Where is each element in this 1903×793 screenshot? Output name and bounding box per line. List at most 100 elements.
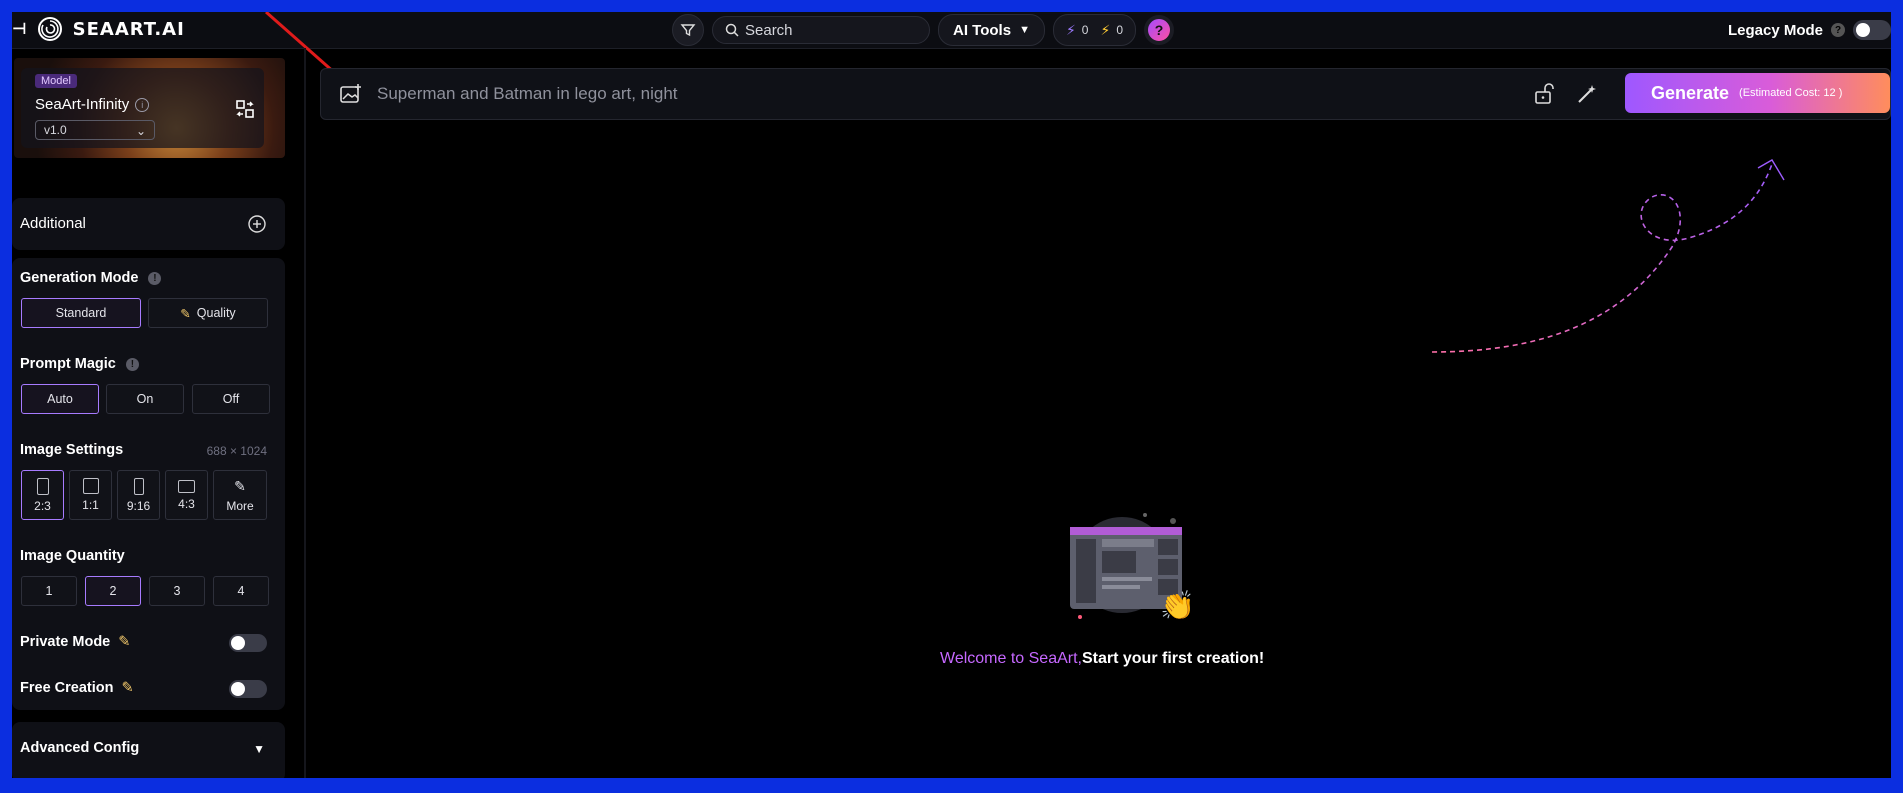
info-icon[interactable]: ! (125, 357, 139, 371)
search-input[interactable]: Search (712, 16, 930, 44)
mode-standard-label: Standard (55, 306, 107, 320)
quantity-4-button[interactable]: 4 (213, 576, 269, 606)
welcome-suffix: Start your first creation! (1081, 650, 1265, 667)
credit-a-value: 0 (1081, 23, 1089, 37)
stamina-icon: ⚡ (1065, 21, 1076, 38)
ratio-4-3-button[interactable]: 4:3 (165, 470, 208, 520)
quantity-1-button[interactable]: 1 (21, 576, 77, 606)
app-window: ⊣ SEAART.AI Search AI Tools ▼ ⚡ 0 ⚡ 0 ? … (12, 12, 1891, 778)
info-icon[interactable]: ! (148, 271, 162, 285)
info-icon[interactable]: i (135, 98, 150, 113)
additional-panel[interactable]: Additional (12, 198, 285, 250)
top-center-group: Search AI Tools ▼ ⚡ 0 ⚡ 0 ? (672, 12, 1175, 48)
version-value: v1.0 (44, 123, 67, 137)
ratio-1-1-button[interactable]: 1:1 (69, 470, 112, 520)
seaart-spiral-icon (37, 17, 62, 41)
version-select[interactable]: v1.0 ⌄ (35, 120, 155, 140)
ai-tools-dropdown[interactable]: AI Tools ▼ (938, 14, 1045, 46)
model-name-text: SeaArt-Infinity (35, 96, 130, 113)
edit-icon: ✎ (234, 477, 246, 494)
free-creation-row: Free Creation ✎ (20, 680, 134, 696)
ai-tools-label: AI Tools (953, 21, 1012, 39)
magic-off-label: Off (222, 392, 240, 406)
dashed-arrow-decoration (1431, 159, 1785, 353)
unlock-icon[interactable] (1534, 83, 1554, 105)
private-mode-row: Private Mode ✎ (20, 634, 130, 650)
mode-quality-label: Quality (196, 306, 236, 320)
model-tag: Model (35, 74, 77, 88)
sidebar-divider (304, 48, 306, 778)
magic-on-button[interactable]: On (106, 384, 184, 414)
logo[interactable]: ⊣ SEAART.AI (12, 14, 185, 44)
magic-auto-label: Auto (47, 392, 73, 406)
portrait-icon (36, 477, 49, 495)
magic-auto-button[interactable]: Auto (21, 384, 99, 414)
question-icon[interactable]: ? (1831, 23, 1845, 37)
quantity-3-button[interactable]: 3 (149, 576, 205, 606)
landscape-icon (178, 479, 195, 493)
lightning-icon: ⚡ (1100, 21, 1111, 38)
advanced-config-label: Advanced Config (20, 740, 140, 756)
magic-on-label: On (136, 392, 154, 406)
model-name: SeaArt-Infinity i (35, 96, 150, 113)
ratio-1-1-label: 1:1 (82, 498, 99, 512)
add-circle-icon[interactable] (247, 214, 267, 234)
free-creation-toggle[interactable] (229, 680, 267, 698)
quantity-3-label: 3 (173, 584, 181, 598)
generate-label: Generate (1651, 82, 1730, 103)
search-placeholder: Search (745, 21, 793, 39)
welcome-prefix: Welcome to SeaArt, (940, 650, 1082, 667)
generation-mode-title: Generation Mode! (20, 270, 162, 286)
quantity-1-label: 1 (45, 584, 53, 598)
estimated-cost: (Estimated Cost: 12 ) (1739, 87, 1843, 99)
caret-down-icon: ▼ (1019, 24, 1030, 36)
quantity-2-button[interactable]: 2 (85, 576, 141, 606)
help-icon: ? (1154, 22, 1164, 38)
model-card[interactable]: Model SeaArt-Infinity i v1.0 ⌄ (14, 58, 285, 158)
mode-quality-button[interactable]: ✎ Quality (148, 298, 268, 328)
ratio-group: 2:3 1:1 9:16 4:3 ✎ More (21, 470, 271, 522)
model-overlay: Model SeaArt-Infinity i v1.0 ⌄ (21, 68, 264, 148)
magic-wand-icon[interactable] (1576, 83, 1598, 105)
ratio-9-16-button[interactable]: 9:16 (117, 470, 160, 520)
brand-name: SEAART.AI (72, 18, 185, 40)
quantity-4-label: 4 (237, 584, 245, 598)
prompt-input[interactable]: Superman and Batman in lego art, night (377, 84, 678, 104)
vip-icon: ✎ (121, 680, 134, 696)
ratio-2-3-label: 2:3 (34, 498, 51, 513)
collapse-sidebar-icon[interactable]: ⊣ (12, 19, 27, 39)
ratio-2-3-button[interactable]: 2:3 (21, 470, 64, 520)
empty-state-illustration: 👏 (1070, 513, 1195, 622)
magic-off-button[interactable]: Off (192, 384, 270, 414)
filter-button[interactable] (672, 14, 704, 46)
quantity-2-label: 2 (109, 584, 117, 598)
credit-b-value: 0 (1116, 23, 1124, 37)
private-mode-toggle[interactable] (229, 634, 267, 652)
generate-button[interactable]: Generate (Estimated Cost: 12 ) (1625, 73, 1890, 113)
image-settings-title: Image Settings (20, 442, 124, 458)
ratio-more-label: More (226, 498, 254, 513)
additional-label: Additional (20, 215, 86, 232)
advanced-config-panel[interactable]: Advanced Config ▼ (12, 722, 285, 778)
tall-icon (133, 477, 144, 495)
search-icon (725, 23, 739, 37)
legacy-mode-toggle[interactable] (1853, 20, 1891, 40)
mode-standard-button[interactable]: Standard (21, 298, 141, 328)
square-icon (82, 478, 99, 494)
swap-model-icon[interactable] (234, 98, 256, 120)
filter-icon (680, 24, 696, 37)
settings-panel: Generation Mode! Standard ✎ Quality Prom… (12, 258, 285, 710)
credits-badge[interactable]: ⚡ 0 ⚡ 0 (1052, 14, 1137, 46)
sidebar: Model SeaArt-Infinity i v1.0 ⌄ Additional (12, 58, 285, 778)
vip-icon: ✎ (118, 634, 131, 650)
help-button[interactable]: ? (1144, 15, 1175, 45)
legacy-mode-label: Legacy Mode (1727, 21, 1823, 39)
legacy-mode-group: Legacy Mode ? (1728, 12, 1891, 48)
ratio-9-16-label: 9:16 (126, 498, 151, 513)
svg-text:👏: 👏 (1160, 589, 1195, 622)
caret-down-icon: ▼ (253, 742, 265, 756)
prompt-bar: Superman and Batman in lego art, night G… (320, 68, 1891, 120)
free-creation-label: Free Creation (20, 680, 114, 696)
image-add-icon[interactable] (339, 83, 363, 105)
ratio-more-button[interactable]: ✎ More (213, 470, 267, 520)
